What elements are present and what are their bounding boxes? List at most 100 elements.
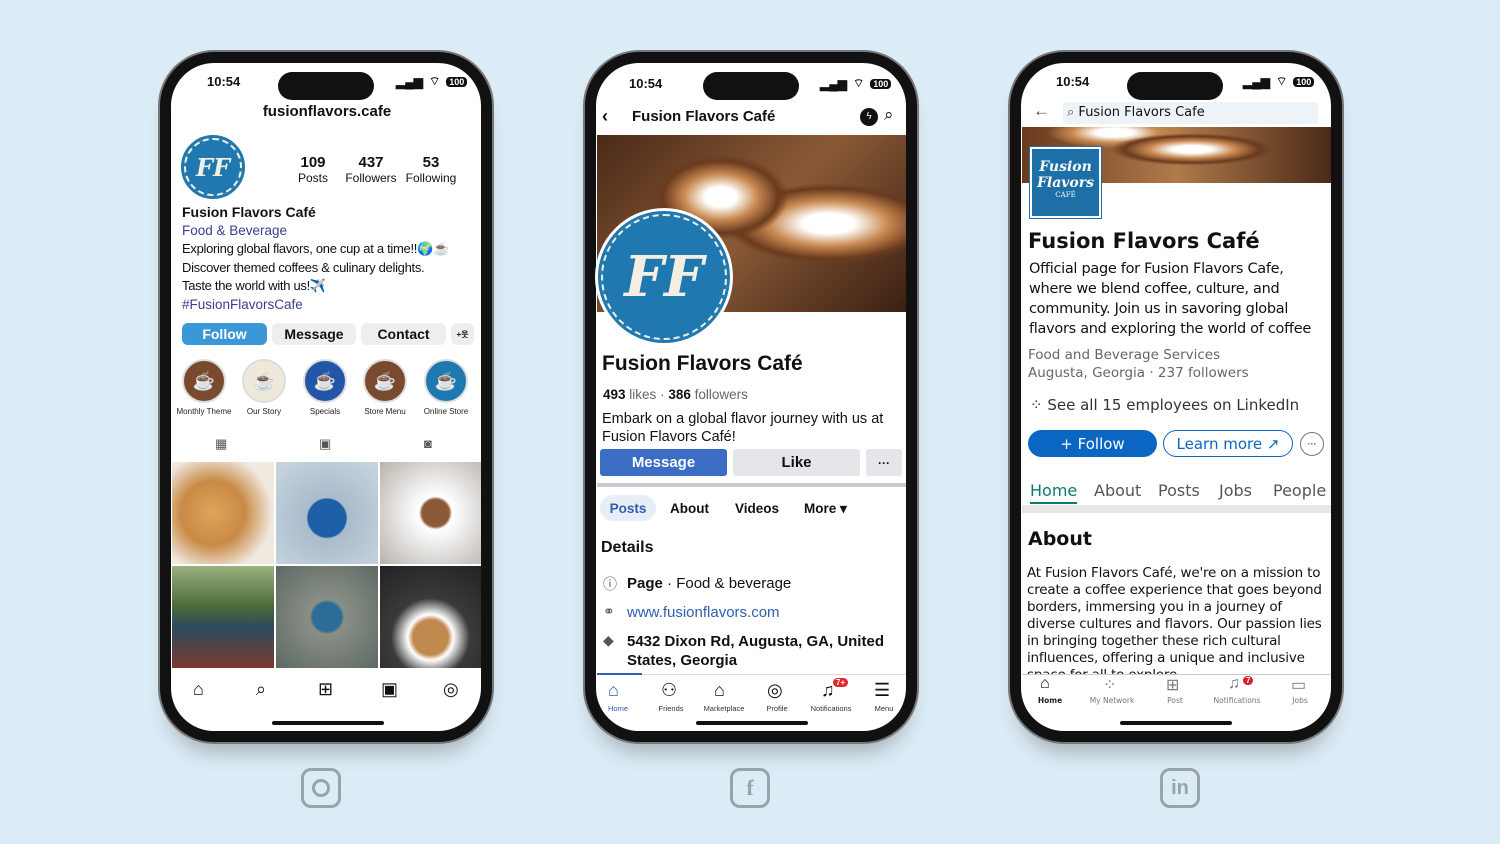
- follow-button[interactable]: + Follow: [1028, 430, 1157, 457]
- ig-stat-followers[interactable]: 437 Followers: [343, 154, 399, 185]
- linkedin-icon: in: [1160, 768, 1200, 808]
- back-arrow-icon[interactable]: ←: [1033, 101, 1050, 121]
- directions-icon: ◆: [603, 632, 614, 648]
- ig-profile-icon[interactable]: ◎: [443, 679, 459, 700]
- tagged-tab-icon[interactable]: ◙: [424, 436, 432, 451]
- message-button[interactable]: Message: [600, 449, 727, 476]
- add-person-button[interactable]: +웃: [451, 323, 474, 345]
- tab-videos[interactable]: Videos: [735, 501, 779, 516]
- tab-people[interactable]: People: [1273, 481, 1326, 500]
- search-input[interactable]: ⌕ Fusion Flavors Cafe: [1063, 102, 1318, 124]
- fb-description: Embark on a global flavor journey with u…: [602, 411, 884, 445]
- tab-about[interactable]: About: [670, 501, 709, 516]
- message-button[interactable]: Message: [272, 323, 356, 345]
- ig-create-icon[interactable]: ⊞: [318, 679, 333, 700]
- highlight-online-store[interactable]: ☕: [424, 359, 468, 403]
- follow-button[interactable]: Follow: [182, 323, 267, 345]
- status-time: 10:54: [629, 76, 663, 91]
- home-icon[interactable]: ⌂: [608, 680, 619, 701]
- network-icon[interactable]: ⁘: [1103, 675, 1116, 695]
- li-company-name: Fusion Flavors Café: [1028, 229, 1260, 253]
- logo-text: Fusion: [1039, 159, 1092, 175]
- search-icon[interactable]: ⌕: [884, 105, 894, 125]
- back-arrow-icon[interactable]: ‹: [602, 106, 608, 127]
- status-time: 10:54: [1056, 74, 1090, 89]
- home-indicator: [696, 721, 808, 725]
- briefcase-icon[interactable]: ▭: [1291, 675, 1306, 695]
- followers-label: followers: [694, 387, 748, 402]
- nav-label: My Network: [1089, 696, 1135, 705]
- ig-hashtag[interactable]: #FusionFlavorsCafe: [182, 297, 303, 312]
- highlight-our-story[interactable]: ☕: [242, 359, 286, 403]
- nav-label: Notifications: [810, 704, 852, 713]
- status-icons: ▂▄▆ ⌔ 100: [1243, 74, 1315, 89]
- tab-more[interactable]: More ▾: [804, 501, 847, 517]
- ig-home-icon[interactable]: ⌂: [193, 679, 204, 700]
- li-location-followers: Augusta, Georgia · 237 followers: [1028, 365, 1249, 381]
- nav-divider: [597, 674, 906, 675]
- highlight-specials[interactable]: ☕: [303, 359, 347, 403]
- ig-search-icon[interactable]: ⌕: [256, 679, 266, 700]
- post-mug[interactable]: [276, 462, 378, 564]
- ig-bio-line: Taste the world with us!✈️: [182, 278, 326, 293]
- nav-label: Post: [1167, 696, 1183, 705]
- marketplace-icon[interactable]: ⌂: [714, 680, 725, 701]
- ig-category: Food & Beverage: [182, 223, 288, 238]
- tab-jobs[interactable]: Jobs: [1219, 481, 1252, 500]
- tab-posts[interactable]: Posts: [600, 495, 656, 521]
- fb-page-name: Fusion Flavors Café: [602, 352, 803, 375]
- details-heading: Details: [601, 539, 654, 556]
- status-time: 10:54: [207, 74, 241, 89]
- friends-icon[interactable]: ⚇: [661, 680, 677, 701]
- tab-home[interactable]: Home: [1030, 481, 1078, 504]
- fb-avatar[interactable]: FF: [598, 211, 730, 343]
- ig-stat-following[interactable]: 53 Following: [403, 154, 459, 185]
- highlight-monthly-theme[interactable]: ☕: [182, 359, 226, 403]
- messenger-icon[interactable]: ϟ: [860, 108, 878, 126]
- post-empanadas[interactable]: [172, 462, 274, 564]
- website-link[interactable]: www.fusionflavors.com: [627, 604, 780, 621]
- ig-stat-posts[interactable]: 109 Posts: [290, 154, 336, 185]
- nav-label: Jobs: [1292, 696, 1308, 705]
- search-icon: ⌕: [1067, 105, 1079, 120]
- coffee-cup-icon: ☕: [252, 370, 276, 391]
- more-options-button[interactable]: ···: [1300, 432, 1324, 456]
- search-value: Fusion Flavors Cafe: [1078, 105, 1205, 120]
- location: Augusta, Georgia: [1028, 365, 1146, 381]
- address: 5432 Dixon Rd, Augusta, GA, United State…: [627, 633, 884, 669]
- stat-value: 53: [422, 154, 440, 171]
- nav-label: Home: [607, 704, 628, 713]
- ig-reels-icon[interactable]: ▣: [381, 679, 398, 700]
- logo-text: CAFÉ: [1055, 191, 1076, 199]
- ig-avatar[interactable]: FF: [181, 135, 245, 199]
- post-say-yes-mug[interactable]: [172, 566, 274, 668]
- like-button[interactable]: Like: [733, 449, 860, 476]
- stat-value: 437: [358, 154, 384, 171]
- ig-bio-line: Discover themed coffees & culinary delig…: [182, 260, 425, 275]
- menu-icon[interactable]: ☰: [874, 680, 890, 701]
- stat-label: Posts: [297, 171, 328, 185]
- highlight-store-menu[interactable]: ☕: [363, 359, 407, 403]
- category-text: · Food & beverage: [662, 575, 792, 592]
- post-pour[interactable]: [380, 566, 481, 668]
- home-icon[interactable]: ⌂: [1040, 675, 1050, 693]
- instagram-icon: [301, 768, 341, 808]
- more-options-button[interactable]: ···: [866, 449, 902, 476]
- stat-label: Followers: [345, 171, 397, 185]
- tab-posts[interactable]: Posts: [1158, 481, 1200, 500]
- ig-name: Fusion Flavors Café: [182, 204, 316, 220]
- post-icon[interactable]: ⊞: [1166, 675, 1179, 695]
- post-badges[interactable]: [276, 566, 378, 668]
- learn-more-button[interactable]: Learn more ↗: [1163, 430, 1293, 457]
- li-tagline: Official page for Fusion Flavors Cafe, w…: [1029, 261, 1311, 337]
- contact-button[interactable]: Contact: [361, 323, 446, 345]
- logo-text: Flavors: [1036, 175, 1095, 191]
- profile-icon[interactable]: ◎: [767, 680, 783, 701]
- grid-tab-icon[interactable]: ▦: [215, 436, 227, 452]
- employees-link[interactable]: ⁘ See all 15 employees on LinkedIn: [1030, 396, 1299, 414]
- reels-tab-icon[interactable]: ▣: [319, 436, 331, 452]
- post-latte[interactable]: [380, 462, 481, 564]
- tab-about[interactable]: About: [1094, 481, 1141, 500]
- bell-icon[interactable]: ♫: [1228, 675, 1240, 693]
- fb-likes-followers[interactable]: 493 likes · 386 followers: [603, 387, 748, 402]
